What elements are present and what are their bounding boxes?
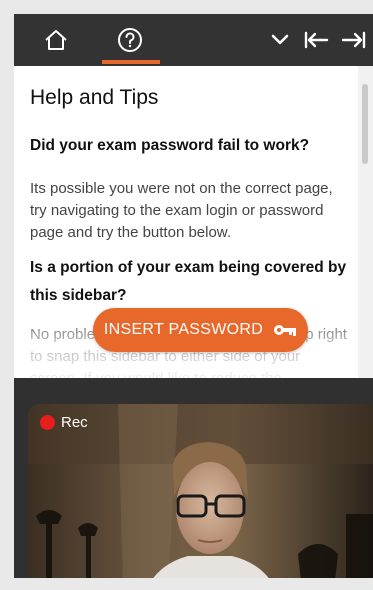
recording-indicator: Rec	[40, 414, 88, 431]
faq-question-sidebar: Is a portion of your exam being covered …	[30, 259, 347, 304]
sidebar-toolbar	[14, 14, 373, 66]
dock-right-icon	[341, 31, 366, 49]
insert-password-label: INSERT PASSWORD	[103, 321, 264, 338]
chevron-down-icon	[271, 34, 289, 45]
scrollbar-thumb[interactable]	[362, 84, 368, 164]
webcam-image	[28, 404, 373, 590]
home-icon	[45, 30, 67, 50]
home-button[interactable]	[36, 14, 76, 66]
faq-question-password: Did your exam password fail to work?	[30, 137, 310, 154]
page-title: Help and Tips	[30, 86, 159, 109]
help-button[interactable]	[108, 14, 152, 66]
bottom-edge	[14, 578, 373, 590]
collapse-button[interactable]	[266, 14, 294, 66]
dock-left-icon	[304, 31, 329, 49]
insert-password-button[interactable]: INSERT PASSWORD	[93, 308, 308, 352]
faq-answer-password: Its possible you were not on the correct…	[30, 180, 333, 241]
record-dot-icon	[40, 415, 55, 430]
sidebar-frame: Help and Tips Did your exam password fai…	[0, 0, 373, 590]
dock-left-button[interactable]	[300, 14, 334, 66]
dock-right-button[interactable]	[336, 14, 370, 66]
recording-label: Rec	[61, 414, 88, 431]
active-tab-indicator	[102, 60, 160, 64]
webcam-preview: Rec	[28, 404, 373, 590]
key-icon	[274, 325, 297, 336]
help-icon	[118, 28, 142, 52]
